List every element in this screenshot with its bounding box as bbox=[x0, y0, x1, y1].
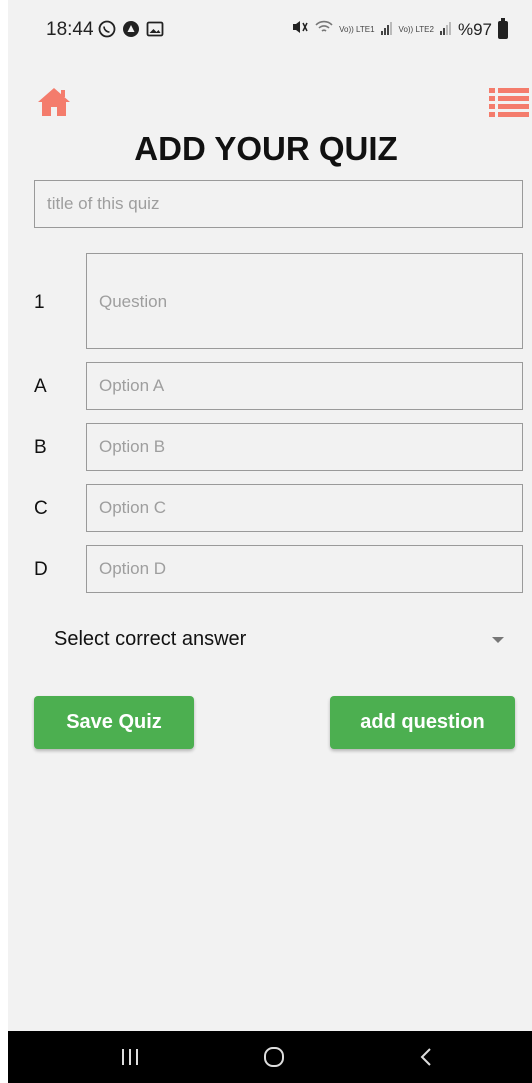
option-b-label: B bbox=[34, 437, 47, 458]
menu-button[interactable] bbox=[489, 86, 529, 118]
status-icons-left bbox=[98, 20, 164, 38]
option-c-label: C bbox=[34, 498, 48, 519]
quiz-title-input[interactable] bbox=[34, 180, 523, 228]
home-icon bbox=[38, 88, 70, 116]
battery-icon bbox=[498, 17, 508, 39]
question-input[interactable] bbox=[86, 253, 523, 349]
recents-icon bbox=[122, 1049, 138, 1065]
volte-lte2-signal-icon: Vo)) LTE2 bbox=[398, 24, 434, 34]
system-nav-bar bbox=[8, 1031, 532, 1083]
signal2-icon bbox=[439, 20, 452, 40]
home-button[interactable] bbox=[36, 86, 72, 118]
save-quiz-button[interactable]: Save Quiz bbox=[34, 696, 194, 749]
add-question-button[interactable]: add question bbox=[330, 696, 515, 749]
app-screen: 18:44 Vo)) LTE1 Vo)) LTE2 %97 ADD YOUR Q… bbox=[8, 0, 532, 1083]
wifi-icon bbox=[315, 19, 333, 40]
list-menu-icon bbox=[489, 88, 529, 117]
caret-down-icon bbox=[492, 637, 504, 643]
system-home-button[interactable] bbox=[262, 1045, 286, 1069]
option-d-label: D bbox=[34, 559, 48, 580]
app-icon bbox=[122, 20, 140, 38]
status-time: 18:44 bbox=[46, 19, 94, 40]
recents-button[interactable] bbox=[118, 1047, 142, 1067]
gallery-icon bbox=[146, 20, 164, 38]
option-d-input[interactable] bbox=[86, 545, 523, 593]
option-a-label: A bbox=[34, 376, 47, 397]
whatsapp-icon bbox=[98, 20, 116, 38]
question-number: 1 bbox=[34, 292, 45, 313]
battery-percent: %97 bbox=[457, 19, 492, 39]
volte-lte1-signal-icon: Vo)) LTE1 bbox=[339, 24, 375, 34]
page-title: ADD YOUR QUIZ bbox=[134, 130, 398, 167]
correct-answer-select[interactable]: Select correct answer bbox=[54, 622, 504, 658]
option-b-input[interactable] bbox=[86, 423, 523, 471]
back-icon bbox=[420, 1048, 431, 1066]
option-c-input[interactable] bbox=[86, 484, 523, 532]
mute-icon bbox=[291, 19, 309, 40]
status-right: Vo)) LTE1 Vo)) LTE2 %97 bbox=[291, 17, 508, 40]
correct-answer-select-label: Select correct answer bbox=[54, 628, 247, 650]
signal1-icon bbox=[380, 20, 393, 40]
status-bar: 18:44 Vo)) LTE1 Vo)) LTE2 %97 bbox=[8, 0, 532, 60]
option-a-input[interactable] bbox=[86, 362, 523, 410]
back-button[interactable] bbox=[416, 1045, 436, 1069]
home-circle-icon bbox=[264, 1047, 284, 1067]
